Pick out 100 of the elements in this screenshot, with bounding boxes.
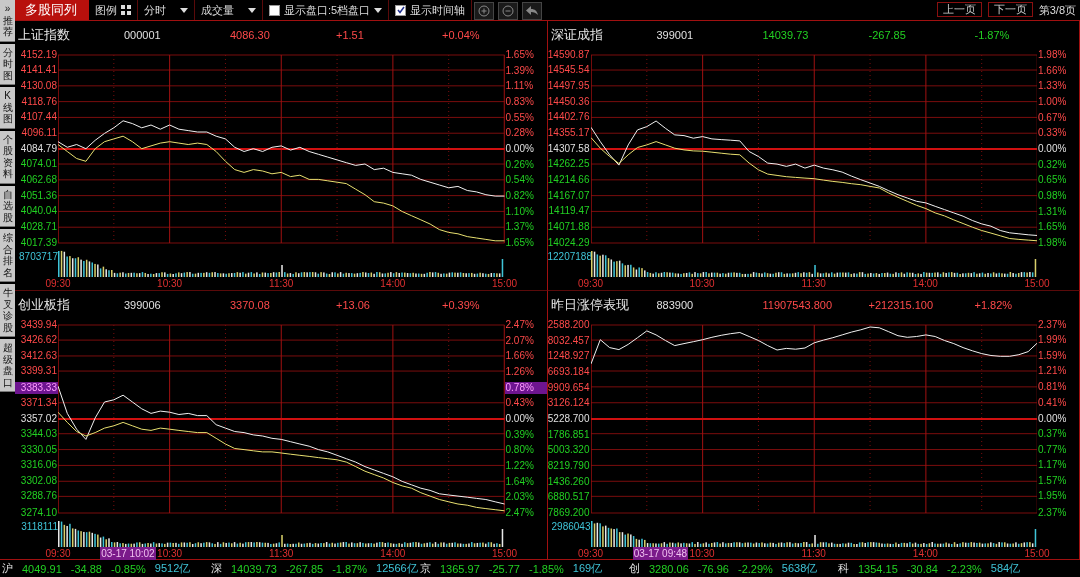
axis-label: 4118.76	[20, 95, 58, 108]
axis-label: 4084.79	[19, 143, 58, 155]
view-title[interactable]: 多股同列	[15, 0, 89, 20]
axis-label: 1.95%	[1037, 490, 1068, 503]
index-change: +13.06	[336, 299, 371, 311]
axis-label: 0.98%	[1037, 190, 1068, 202]
checkbox[interactable]	[395, 4, 407, 16]
axis-label: 2.07%	[504, 334, 535, 347]
index-code: 000001	[124, 29, 162, 41]
market-turnover: 9512亿	[154, 561, 191, 576]
legend-button[interactable]: 图例	[89, 0, 138, 20]
sidebar-tab[interactable]: 超级盘口	[0, 339, 15, 392]
sidebar-tab[interactable]: » 推荐	[0, 0, 15, 42]
index-percent: -1.87%	[974, 29, 1011, 41]
axis-label: 14545.54	[546, 64, 591, 77]
sidebar-tab[interactable]: 综合排名	[0, 229, 15, 282]
axis-label: 4051.36	[19, 189, 58, 202]
market-percent: -0.85%	[110, 562, 146, 575]
market-price: 1365.97	[440, 562, 480, 575]
index-percent: +0.04%	[442, 29, 481, 41]
axis-label: 1.21%	[1037, 365, 1068, 377]
time-label: 14:00	[380, 277, 406, 290]
option-toggle[interactable]: 显示盘口:5档盘口	[263, 0, 390, 20]
index-code: 883900	[656, 299, 695, 311]
sidebar-tab[interactable]: 个股资料	[0, 130, 15, 184]
sidebar-tab[interactable]: 分时图	[0, 43, 15, 85]
axis-label: 0.65%	[1037, 174, 1068, 187]
axis-label: 1.66%	[504, 350, 535, 363]
sidebar-tab[interactable]: 自选股	[0, 185, 15, 227]
time-label: 10:30	[157, 547, 183, 560]
axis-label: 1.98%	[1037, 237, 1068, 249]
axis-label: 1.59%	[1037, 349, 1068, 362]
axis-label: 1.99%	[1037, 334, 1068, 347]
axis-label: 6693.184	[546, 366, 591, 378]
caret-icon	[180, 7, 188, 13]
time-label: 10:30	[157, 277, 183, 290]
axis-label: 0.33%	[1037, 127, 1068, 140]
option-toggle[interactable]: 显示时间轴	[389, 0, 473, 20]
index-name: 深证成指	[550, 26, 604, 44]
time-label: 14:00	[912, 277, 938, 290]
axis-label: 1.26%	[504, 366, 535, 378]
index-price: 3370.08	[230, 299, 271, 311]
axis-label: 2.47%	[504, 319, 535, 331]
time-label: 14:00	[380, 547, 406, 560]
volume-label: 3118111	[20, 520, 58, 534]
axis-label: 1.66%	[1037, 64, 1068, 77]
axis-label: 3126.124	[546, 397, 591, 410]
axis-label: 14590.87	[546, 49, 591, 61]
axis-label: 4040.04	[19, 205, 58, 218]
axis-label: 3344.03	[19, 427, 58, 440]
time-label: 09:30	[578, 277, 603, 290]
axis-label: 1.65%	[1037, 221, 1068, 234]
grid-icon	[121, 5, 131, 15]
index-code: 399006	[124, 299, 162, 311]
axis-label: 1248.927	[546, 350, 591, 363]
market-price: 4049.91	[22, 562, 62, 575]
axis-label: 14497.95	[546, 79, 591, 92]
axis-label: 3357.02	[19, 413, 58, 425]
time-label: 15:00	[1024, 547, 1050, 560]
market-change: -30.84	[906, 562, 938, 575]
axis-label: 2.37%	[1037, 319, 1068, 331]
index-name: 上证指数	[18, 26, 71, 44]
axis-label: 3412.63	[19, 349, 58, 362]
axis-label: 3316.06	[19, 459, 58, 472]
axis-label: 3330.05	[19, 443, 58, 456]
zoom-in-icon[interactable]	[474, 2, 495, 20]
market-percent: -1.87%	[332, 562, 368, 575]
axis-label: 14355.17	[546, 127, 591, 140]
time-label: 11:30	[269, 277, 294, 290]
axis-label: 3426.62	[19, 334, 58, 347]
previous-page-button[interactable]: 上一页	[936, 2, 982, 17]
dropdown[interactable]: 成交量	[195, 0, 263, 20]
zoom-out-icon[interactable]	[498, 2, 519, 20]
axis-label: 8032.457	[546, 334, 591, 347]
axis-label: 1.65%	[504, 237, 535, 249]
axis-label: 2.47%	[504, 507, 535, 519]
market-turnover: 5638亿	[781, 561, 818, 576]
market-name: 深	[211, 561, 222, 576]
axis-label: 1.64%	[504, 475, 535, 488]
dropdown[interactable]: 分时	[138, 0, 195, 20]
sidebar-tab[interactable]: 牛叉诊股	[0, 284, 15, 337]
axis-label: 0.43%	[504, 397, 535, 410]
axis-label: 14024.29	[546, 237, 591, 249]
market-price: 3280.06	[649, 562, 689, 575]
axis-label: 0.83%	[504, 96, 535, 108]
index-change: +1.51	[336, 29, 365, 41]
axis-label: 1.17%	[1037, 459, 1068, 472]
time-label: 15:00	[492, 277, 517, 290]
next-page-button[interactable]: 下一页	[987, 2, 1033, 17]
checkbox[interactable]	[269, 4, 280, 16]
index-change: +212315.100	[868, 299, 935, 311]
cursor-value-label: 0.78%	[504, 381, 547, 394]
axis-label: 14262.25	[546, 158, 591, 171]
sidebar-tab[interactable]: K线图	[0, 87, 15, 129]
axis-label: 0.00%	[1037, 413, 1068, 425]
caret-icon	[374, 7, 383, 13]
time-label: 11:30	[269, 547, 294, 560]
axis-label: 8219.790	[546, 460, 591, 472]
axis-label: 1786.851	[546, 428, 591, 441]
index-name: 昨日涨停表现	[550, 296, 630, 314]
